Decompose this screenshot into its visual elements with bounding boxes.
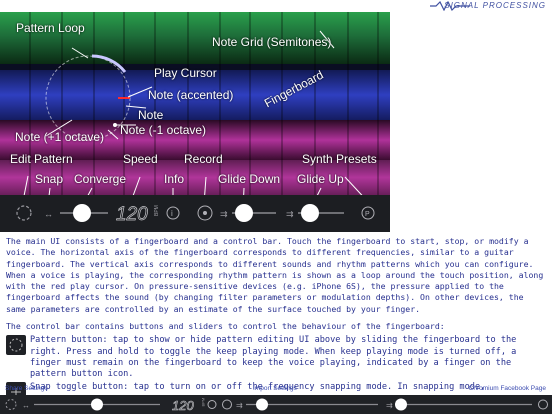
- glide-down-icon: ⇉: [220, 209, 228, 219]
- label-note-plus-octave: Note (+1 octave): [15, 130, 105, 144]
- bottom-speed-value: 120: [172, 398, 194, 413]
- label-note-minus-octave: Note (-1 octave): [120, 123, 207, 137]
- list-item: Pattern button: tap to show or hide patt…: [6, 335, 546, 380]
- glide-down-slider-knob: [256, 398, 268, 411]
- speed-unit: BPM: [154, 205, 160, 216]
- intro-paragraph: The main UI consists of a fingerboard an…: [6, 236, 544, 314]
- pattern-icon: [16, 205, 32, 221]
- speed-value: 120: [116, 204, 148, 225]
- annotated-app-screenshot: ↔ 120 BPM i ⇉ ⇉ P Pattern Loop Note Grid: [0, 12, 390, 232]
- glide-up-slider-knob: [301, 204, 319, 222]
- label-glide-down: Glide Down: [218, 172, 281, 186]
- converge-slider-knob: [73, 204, 91, 222]
- label-synth-presets: Synth Presets: [302, 152, 377, 166]
- label-converge: Converge: [74, 172, 127, 186]
- note-dot: [113, 123, 117, 127]
- info-icon: [166, 206, 180, 220]
- svg-text:P: P: [365, 211, 370, 218]
- bottom-control-bar: ↔ 120 BPM ⇉ ⇉: [0, 395, 552, 414]
- record-icon: [222, 399, 232, 410]
- svg-text:i: i: [171, 209, 173, 218]
- label-note: Note: [138, 108, 164, 122]
- label-speed: Speed: [123, 152, 158, 166]
- label-play-cursor: Play Cursor: [154, 66, 217, 80]
- label-snap: Snap: [35, 172, 64, 186]
- brand-title: SIGNAL PROCESSING: [444, 1, 546, 10]
- top-header: SIGNAL PROCESSING: [0, 0, 552, 12]
- pattern-button-description: Pattern button: tap to show or hide patt…: [30, 335, 517, 379]
- label-pattern-loop: Pattern Loop: [16, 21, 85, 35]
- snap-icon: ↔: [22, 401, 30, 410]
- glide-up-slider-knob: [395, 398, 407, 411]
- label-record: Record: [184, 152, 223, 166]
- pattern-icon: [6, 335, 26, 356]
- control-intro-paragraph: The control bar contains buttons and sli…: [6, 321, 445, 332]
- import-settings-link[interactable]: Import Settings: [253, 385, 297, 392]
- snap-icon: ↔: [44, 209, 53, 219]
- label-info: Info: [164, 172, 185, 186]
- glide-up-icon: ⇉: [286, 209, 294, 219]
- label-note-grid: Note Grid (Semitones): [212, 35, 332, 49]
- info-icon: [207, 400, 217, 409]
- description-text: The main UI consists of a fingerboard an…: [6, 236, 546, 404]
- converge-slider-knob: [91, 398, 103, 411]
- bottom-speed-unit: BPM: [201, 398, 206, 407]
- label-glide-up: Glide Up: [297, 172, 344, 186]
- label-note-accented: Note (accented): [148, 88, 234, 102]
- glide-up-icon: ⇉: [386, 401, 393, 410]
- glide-down-icon: ⇉: [236, 401, 243, 410]
- footer-links: Share Settings Import Settings Chromium …: [0, 384, 552, 395]
- chromium-facebook-link[interactable]: Chromium Facebook Page: [469, 385, 546, 392]
- presets-icon: [538, 399, 548, 410]
- share-settings-link[interactable]: Share Settings: [5, 385, 48, 392]
- pattern-icon: [5, 399, 17, 410]
- app-window: SIGNAL PROCESSING ↔ 120 BPM i ⇉ ⇉ P Patt…: [0, 0, 552, 414]
- label-edit-pattern: Edit Pattern: [10, 152, 73, 166]
- control-bar-preview: ↔ 120 BPM i ⇉ ⇉ P: [0, 195, 390, 232]
- glide-down-slider-knob: [235, 204, 253, 222]
